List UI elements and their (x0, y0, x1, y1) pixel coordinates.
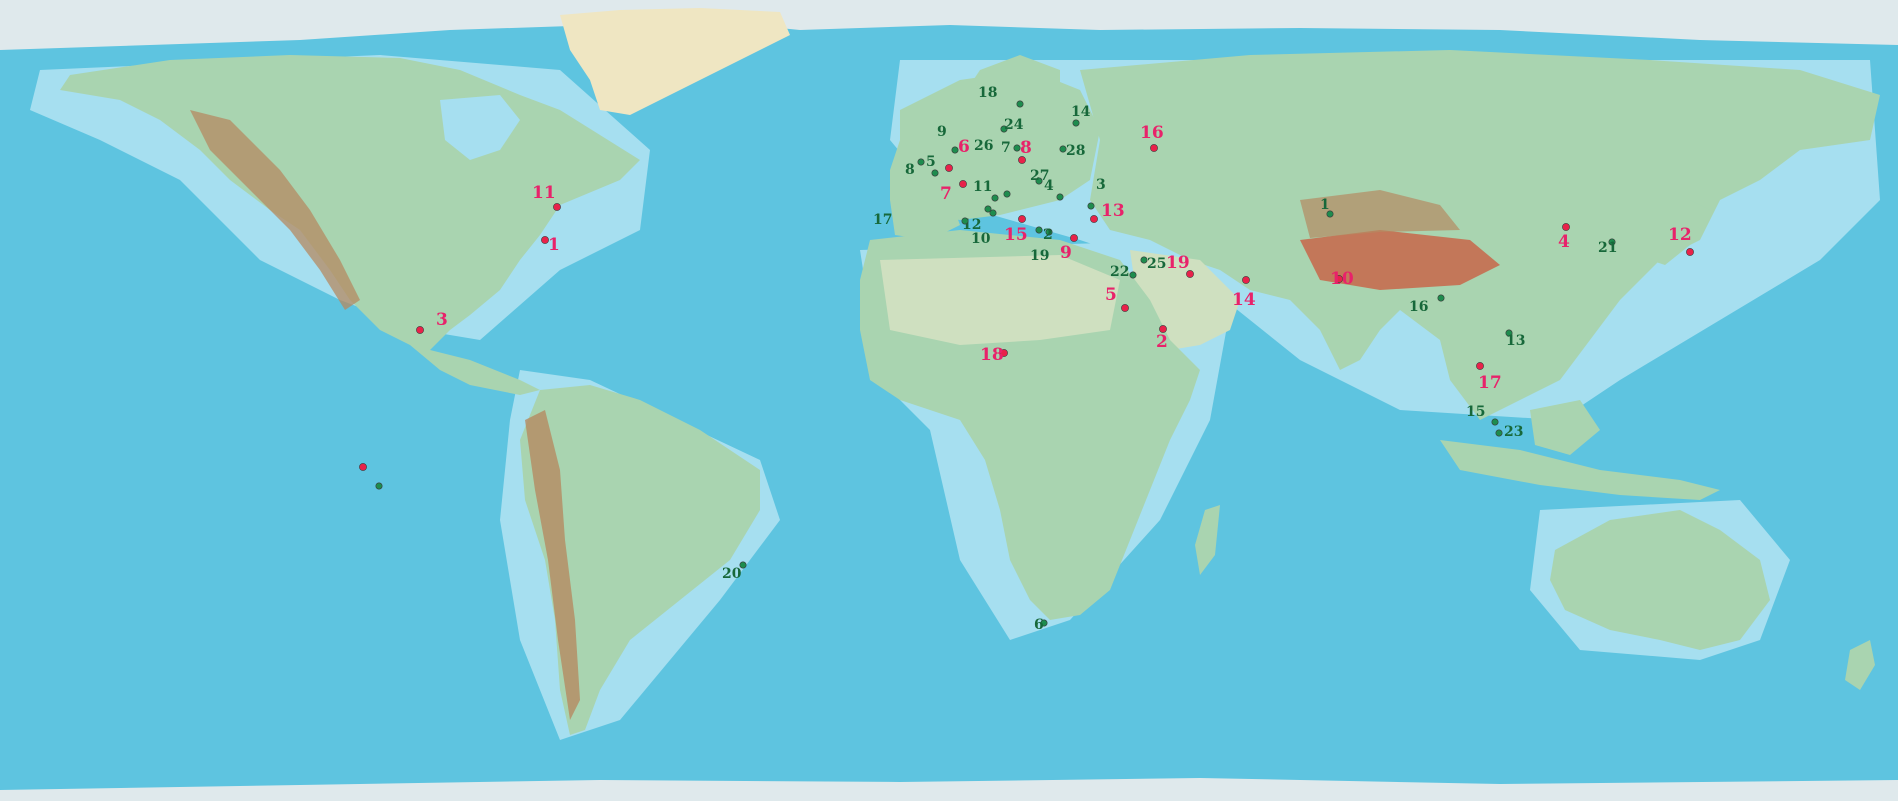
green-marker-dot (951, 146, 959, 154)
red-marker-dot (1562, 223, 1570, 231)
red-marker-dot (553, 203, 561, 211)
green-marker-label: 24 (1004, 117, 1024, 133)
red-marker-label: 19 (1166, 253, 1190, 273)
green-marker-label: 5 (926, 154, 936, 170)
green-marker-label: 14 (1071, 104, 1091, 120)
green-marker-label: 19 (1030, 248, 1049, 264)
green-marker-dot (1056, 193, 1064, 201)
green-marker-dot (984, 205, 992, 213)
sahara (880, 255, 1120, 345)
red-marker-label: 14 (1232, 290, 1256, 310)
green-marker-dot (1072, 119, 1080, 127)
green-marker-label: 27 (1030, 168, 1049, 184)
green-marker-label: 9 (937, 124, 947, 140)
red-marker-dot (1018, 215, 1026, 223)
green-marker-dot (931, 169, 939, 177)
green-marker-label: 8 (905, 162, 915, 178)
green-marker-label: 11 (973, 179, 992, 195)
red-marker-label: 12 (1668, 225, 1692, 245)
green-marker-label: 2 (1043, 227, 1053, 243)
green-marker-label: 1 (1320, 197, 1330, 213)
red-marker-label: 3 (436, 310, 448, 330)
red-marker-dot (1070, 234, 1078, 242)
red-marker-dot (1242, 276, 1250, 284)
green-marker-dot (1495, 429, 1503, 437)
red-marker-label: 11 (532, 183, 556, 203)
green-marker-label: 17 (873, 212, 892, 228)
red-marker-label: 2 (1156, 332, 1168, 352)
red-marker-dot (945, 164, 953, 172)
green-marker-dot (1129, 271, 1137, 279)
green-marker-label: 7 (1001, 140, 1011, 156)
green-marker-dot (961, 217, 969, 225)
green-marker-dot (1437, 294, 1445, 302)
red-marker-dot (1121, 304, 1129, 312)
red-marker-label: 5 (1105, 285, 1117, 305)
green-marker-label: 21 (1598, 240, 1617, 256)
green-marker-label: 22 (1110, 264, 1129, 280)
red-marker-dot (416, 326, 424, 334)
red-marker-label: 8 (1020, 138, 1032, 158)
green-marker-dot (1087, 202, 1095, 210)
green-marker-dot (1013, 144, 1021, 152)
red-marker-label: 1 (548, 235, 560, 255)
red-marker-label: 7 (940, 184, 952, 204)
green-marker-label: 20 (722, 566, 742, 582)
green-marker-label: 23 (1504, 424, 1523, 440)
red-marker-label: 18 (980, 345, 1004, 365)
green-marker-label: 25 (1147, 256, 1166, 272)
green-marker-dot (1016, 100, 1024, 108)
red-marker-dot (359, 463, 367, 471)
green-marker-dot (1003, 190, 1011, 198)
green-marker-dot (917, 158, 925, 166)
red-marker-dot (959, 180, 967, 188)
green-marker-dot (1035, 226, 1043, 234)
green-marker-label: 26 (974, 138, 993, 154)
red-marker-label: 15 (1004, 225, 1028, 245)
green-marker-label: 6 (1034, 617, 1044, 633)
green-marker-dot (375, 482, 383, 490)
green-marker-label: 28 (1066, 143, 1085, 159)
red-marker-dot (1476, 362, 1484, 370)
green-marker-label: 16 (1409, 299, 1428, 315)
red-marker-label: 17 (1478, 373, 1502, 393)
green-marker-label: 10 (971, 231, 991, 247)
world-map: 1234567891011121314151617181912345678910… (0, 0, 1898, 801)
red-marker-label: 4 (1558, 232, 1570, 252)
green-marker-label: 13 (1506, 333, 1525, 349)
green-marker-dot (991, 194, 999, 202)
red-marker-label: 16 (1140, 123, 1164, 143)
green-marker-dot (1491, 418, 1499, 426)
red-marker-label: 13 (1101, 201, 1125, 221)
red-marker-dot (1686, 248, 1694, 256)
green-marker-label: 15 (1466, 404, 1485, 420)
red-marker-dot (1090, 215, 1098, 223)
green-marker-label: 3 (1096, 177, 1106, 193)
green-marker-label: 18 (978, 85, 997, 101)
red-marker-dot (1150, 144, 1158, 152)
red-marker-label: 6 (958, 137, 970, 157)
red-marker-label: 9 (1060, 243, 1072, 263)
red-marker-label: 10 (1330, 269, 1354, 289)
